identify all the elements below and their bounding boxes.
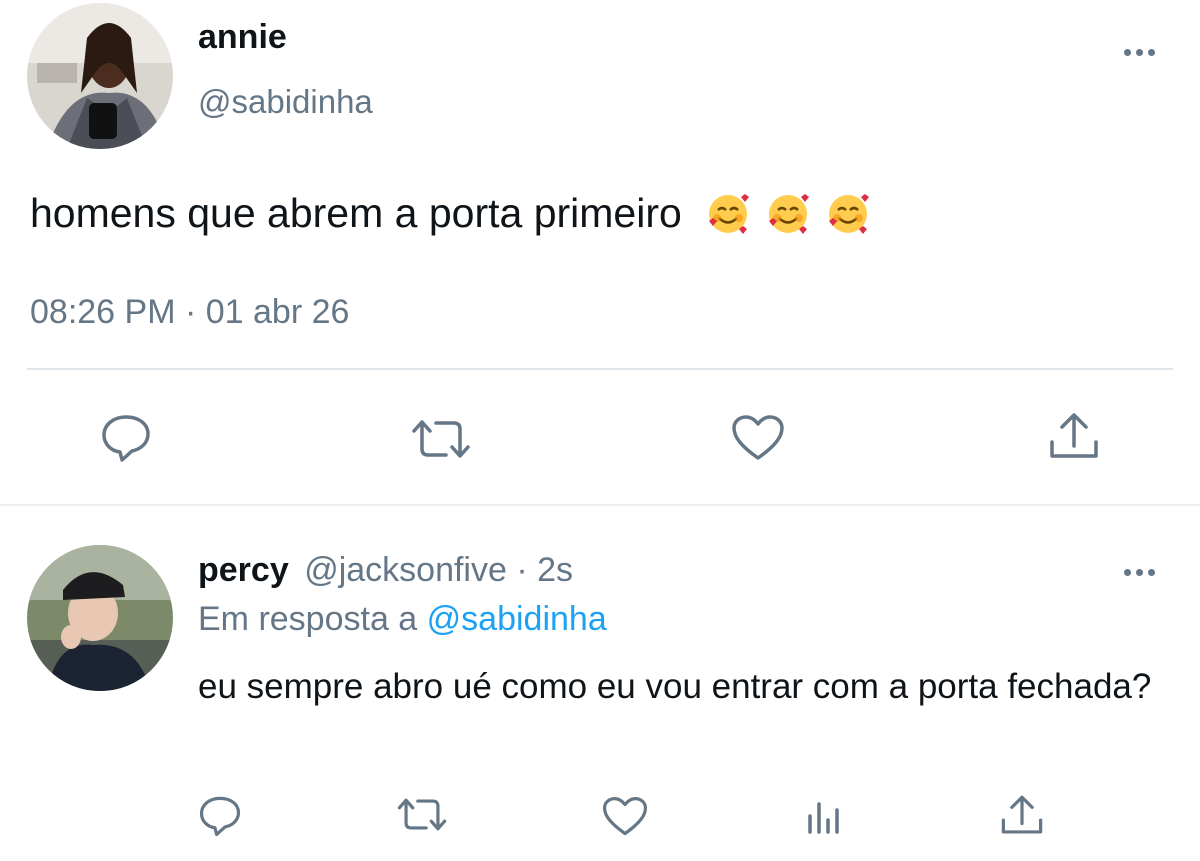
replying-to-link[interactable]: @sabidinha <box>427 600 607 638</box>
more-options-icon[interactable] <box>1120 42 1160 62</box>
smiling-face-with-hearts-icon <box>705 191 751 237</box>
smiling-face-with-hearts-icon <box>765 191 811 237</box>
retweet-icon[interactable] <box>396 796 448 833</box>
avatar-annie[interactable] <box>27 3 173 149</box>
divider <box>27 368 1173 370</box>
time-ago[interactable]: 2s <box>537 551 573 589</box>
separator: · <box>516 551 528 589</box>
timestamp[interactable]: 08:26 PM · 01 abr 26 <box>30 293 349 332</box>
display-name[interactable]: percy <box>198 551 289 589</box>
tweet-text: homens que abrem a porta primeiro <box>30 190 871 237</box>
share-icon[interactable] <box>1048 410 1100 462</box>
analytics-icon[interactable] <box>804 796 844 836</box>
handle[interactable]: @sabidinha <box>198 83 373 121</box>
handle[interactable]: @jacksonfive <box>304 551 507 589</box>
more-options-icon[interactable] <box>1120 562 1160 582</box>
divider <box>0 504 1200 506</box>
tweet-text-body: homens que abrem a porta primeiro <box>30 190 682 236</box>
smiling-face-with-hearts-icon <box>825 191 871 237</box>
display-name[interactable]: annie <box>198 18 287 57</box>
share-icon[interactable] <box>1000 793 1044 837</box>
like-icon[interactable] <box>602 796 648 837</box>
reply-icon[interactable] <box>100 413 152 463</box>
reply-header: percy @jacksonfive · 2s <box>198 551 573 590</box>
reply-icon[interactable] <box>198 795 242 837</box>
replying-prefix: Em resposta a <box>198 600 418 638</box>
avatar-percy[interactable] <box>27 545 173 691</box>
reply-text: eu sempre abro ué como eu vou entrar com… <box>198 667 1152 706</box>
replying-to-line: Em resposta a @sabidinha <box>198 600 607 639</box>
like-icon[interactable] <box>731 414 785 462</box>
retweet-icon[interactable] <box>410 417 472 461</box>
